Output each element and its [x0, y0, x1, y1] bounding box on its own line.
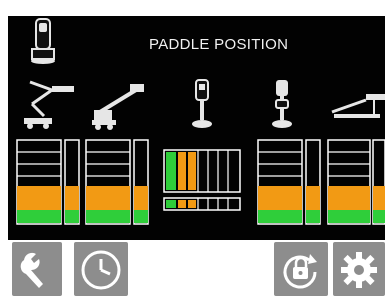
meter-2	[85, 139, 149, 225]
lock-icon	[283, 254, 317, 289]
meter-3-paddle	[163, 149, 241, 211]
lock-button[interactable]	[274, 242, 328, 296]
wrench-icon	[20, 252, 43, 288]
clock-icon	[81, 250, 121, 290]
bottom-bar	[8, 240, 385, 298]
settings-wrench-button[interactable]	[12, 242, 62, 296]
history-clock-button[interactable]	[74, 242, 128, 296]
gear-icon	[341, 252, 377, 288]
meter-4	[257, 139, 321, 225]
meter-5	[327, 139, 385, 225]
settings-gear-button[interactable]	[333, 242, 385, 296]
meter-1	[16, 139, 80, 225]
